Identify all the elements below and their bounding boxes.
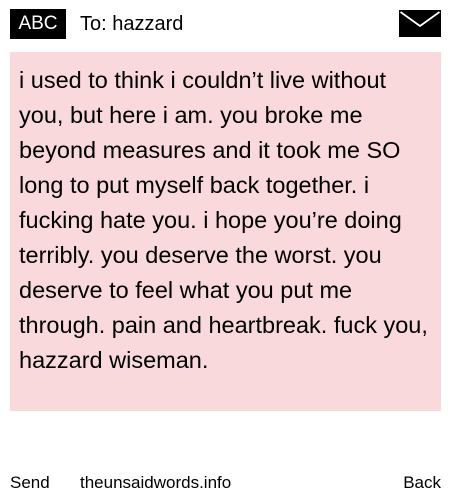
- header-bar: ABC To: hazzard: [0, 0, 450, 44]
- to-label: To:: [80, 13, 107, 35]
- input-mode-badge: ABC: [10, 9, 66, 39]
- send-button[interactable]: Send: [10, 471, 50, 495]
- site-watermark: theunsaidwords.info: [80, 473, 232, 492]
- recipient-name: hazzard: [112, 13, 184, 35]
- message-text: i used to think i couldn’t live without …: [19, 67, 428, 373]
- message-body-area[interactable]: i used to think i couldn’t live without …: [10, 52, 441, 411]
- envelope-icon[interactable]: [399, 10, 441, 37]
- envelope-icon-graphic: [399, 10, 441, 37]
- back-button[interactable]: Back: [403, 471, 441, 495]
- recipient-line: To: hazzard: [80, 9, 183, 39]
